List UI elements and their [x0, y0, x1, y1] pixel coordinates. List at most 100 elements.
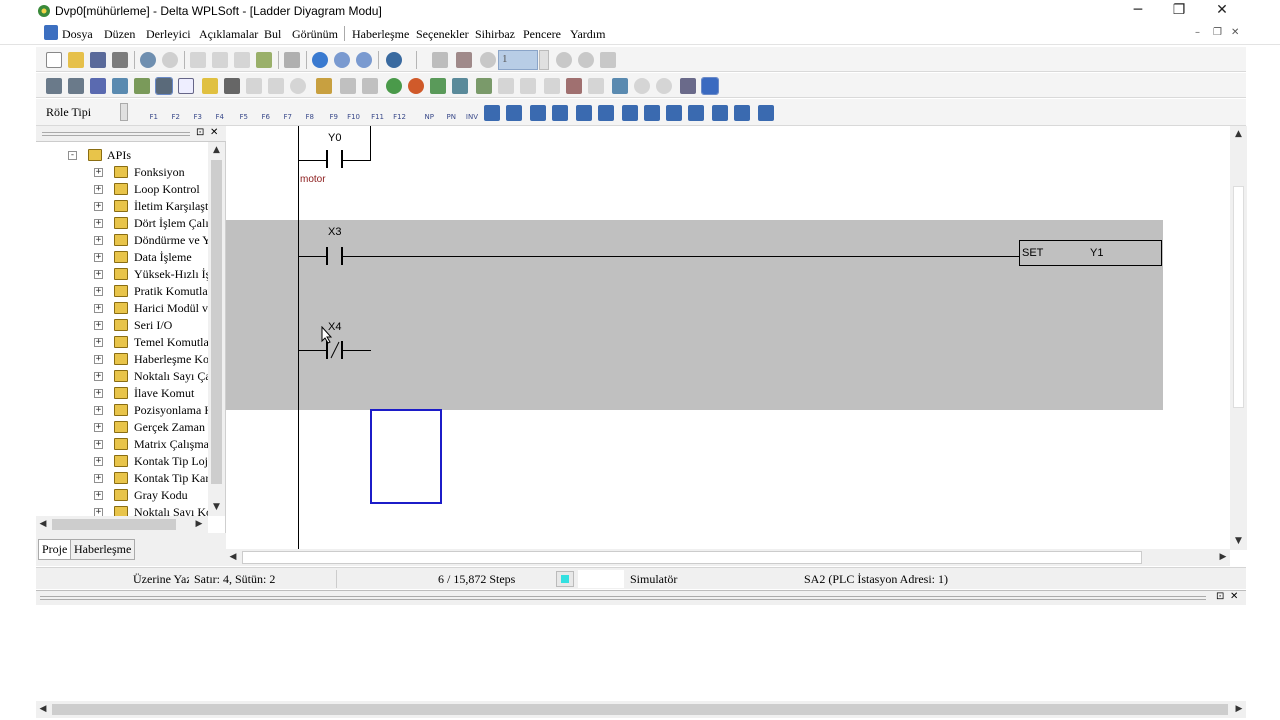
copy-icon[interactable]	[212, 52, 228, 68]
ladder-hscroll[interactable]: ◀ ▶	[226, 549, 1230, 566]
function-key-f12-icon[interactable]: F12	[388, 104, 406, 122]
function-key-f9-icon[interactable]: F9	[320, 104, 338, 122]
new-file-icon[interactable]	[46, 52, 62, 68]
tree-root-apis[interactable]: - APIs	[36, 147, 211, 164]
restore-button[interactable]: ❐	[1157, 0, 1201, 22]
mdi-close-icon[interactable]: ✕	[1231, 27, 1239, 38]
expand-icon[interactable]: +	[94, 406, 103, 415]
instruction-tool-9-icon[interactable]	[666, 105, 682, 121]
expand-icon[interactable]: +	[94, 389, 103, 398]
instruction-tool-4-icon[interactable]	[552, 105, 568, 121]
tree-item[interactable]: + İlave Komut	[36, 385, 211, 402]
menu-bul[interactable]: Bul	[264, 27, 281, 42]
function-key-f11-icon[interactable]: F11	[366, 104, 384, 122]
function-key-pn-icon[interactable]: PN	[438, 104, 456, 122]
tree-item[interactable]: + Yüksek-Hızlı İş	[36, 266, 211, 283]
ladder-hscroll-thumb[interactable]	[242, 551, 1142, 564]
check-icon[interactable]	[476, 78, 492, 94]
expand-icon[interactable]: +	[94, 304, 103, 313]
tree-item[interactable]: + Kontak Tip Loj	[36, 453, 211, 470]
expand-icon[interactable]: +	[94, 355, 103, 364]
instruction-tool-7-icon[interactable]	[622, 105, 638, 121]
menu-pencere[interactable]: Pencere	[523, 27, 561, 42]
tree-vscroll-thumb[interactable]	[211, 160, 222, 484]
function-key-f1-icon[interactable]: F1	[140, 104, 158, 122]
network-icon[interactable]	[155, 77, 173, 95]
instruction-tool-11-icon[interactable]	[712, 105, 728, 121]
stop-icon[interactable]	[162, 52, 178, 68]
expand-icon[interactable]: +	[94, 491, 103, 500]
output-panel-gripper[interactable]	[40, 596, 1206, 600]
menu-derleyici[interactable]: Derleyici	[146, 27, 191, 42]
expand-icon[interactable]: +	[94, 253, 103, 262]
instruction-tool-10-icon[interactable]	[688, 105, 704, 121]
step-spinner[interactable]	[539, 50, 549, 70]
edit-cursor-box[interactable]	[370, 409, 442, 504]
instruction-tool-12-icon[interactable]	[734, 105, 750, 121]
tree-item[interactable]: + Matrix Çalışma	[36, 436, 211, 453]
scroll-left-icon[interactable]: ◀	[36, 701, 50, 718]
tree-item[interactable]: + Data İşleme	[36, 249, 211, 266]
paste-icon[interactable]	[234, 52, 250, 68]
zoom-icon[interactable]	[312, 52, 328, 68]
tree-item[interactable]: + Noktalı Sayı Ça	[36, 368, 211, 385]
function-key-np-icon[interactable]: NP	[416, 104, 434, 122]
help-icon[interactable]	[386, 52, 402, 68]
mdi-restore-icon[interactable]: ❐	[1213, 27, 1222, 38]
expand-icon[interactable]: +	[94, 185, 103, 194]
scroll-left-icon[interactable]: ◀	[226, 549, 240, 566]
menu-duzen[interactable]: Düzen	[104, 27, 135, 42]
expand-icon[interactable]: +	[94, 219, 103, 228]
ladder-vscroll-thumb[interactable]	[1233, 186, 1244, 408]
instruction-tool-2-icon[interactable]	[506, 105, 522, 121]
register-icon[interactable]	[316, 78, 332, 94]
panel-gripper[interactable]	[42, 132, 190, 136]
pen-icon[interactable]	[224, 78, 240, 94]
expand-icon[interactable]: +	[94, 202, 103, 211]
tree-item[interactable]: + Dört İşlem Çalış	[36, 215, 211, 232]
scroll-right-icon[interactable]: ▶	[1216, 549, 1230, 566]
scroll-left-icon[interactable]: ◀	[36, 516, 50, 533]
expand-icon[interactable]: +	[94, 236, 103, 245]
tree-item[interactable]: + Gray Kodu	[36, 487, 211, 504]
function-key-f2-icon[interactable]: F2	[162, 104, 180, 122]
instruction-tool-6-icon[interactable]	[598, 105, 614, 121]
stop-plc-icon[interactable]	[408, 78, 424, 94]
expand-icon[interactable]: +	[94, 270, 103, 279]
expand-icon[interactable]: +	[94, 457, 103, 466]
open-folder-icon[interactable]	[68, 52, 84, 68]
function-key-f8-icon[interactable]: F8	[296, 104, 314, 122]
set-instruction-box[interactable]: SET Y1	[1019, 240, 1162, 266]
ship-icon[interactable]	[701, 77, 719, 95]
output-hscroll[interactable]: ◀ ▶	[36, 701, 1246, 718]
tree-hscroll[interactable]: ◀ ▶	[36, 516, 208, 533]
panel-dock-icon[interactable]: ⊡	[196, 127, 204, 138]
tree-hscroll-thumb[interactable]	[52, 519, 176, 530]
relay-type-dropdown[interactable]	[120, 103, 128, 121]
memo-icon[interactable]	[268, 78, 284, 94]
clock-icon[interactable]	[480, 52, 496, 68]
write-icon[interactable]	[600, 52, 616, 68]
filter-icon[interactable]	[588, 78, 604, 94]
function-key-f10-icon[interactable]: F10	[342, 104, 360, 122]
instruction-tool-5-icon[interactable]	[576, 105, 592, 121]
instruction-tool-8-icon[interactable]	[644, 105, 660, 121]
save-icon[interactable]	[90, 52, 106, 68]
sort-icon[interactable]	[566, 78, 582, 94]
eraser-icon[interactable]	[256, 52, 272, 68]
menu-dosya[interactable]: Dosya	[62, 27, 93, 42]
block-icon[interactable]	[340, 78, 356, 94]
tree-icon[interactable]	[544, 78, 560, 94]
image-icon[interactable]	[612, 78, 628, 94]
plc-icon[interactable]	[456, 52, 472, 68]
close-button[interactable]: ✕	[1200, 0, 1244, 22]
run-plc-icon[interactable]	[386, 78, 402, 94]
step-input[interactable]: 1	[498, 50, 538, 70]
zoom-in-icon[interactable]	[334, 52, 350, 68]
cut-icon[interactable]	[190, 52, 206, 68]
output-close-icon[interactable]: ✕	[1230, 591, 1238, 602]
function-key-f5-icon[interactable]: F5	[230, 104, 248, 122]
tree-item[interactable]: + Haberleşme Kor	[36, 351, 211, 368]
output-hscroll-thumb[interactable]	[52, 704, 1228, 715]
tree-item[interactable]: + Fonksiyon	[36, 164, 211, 181]
